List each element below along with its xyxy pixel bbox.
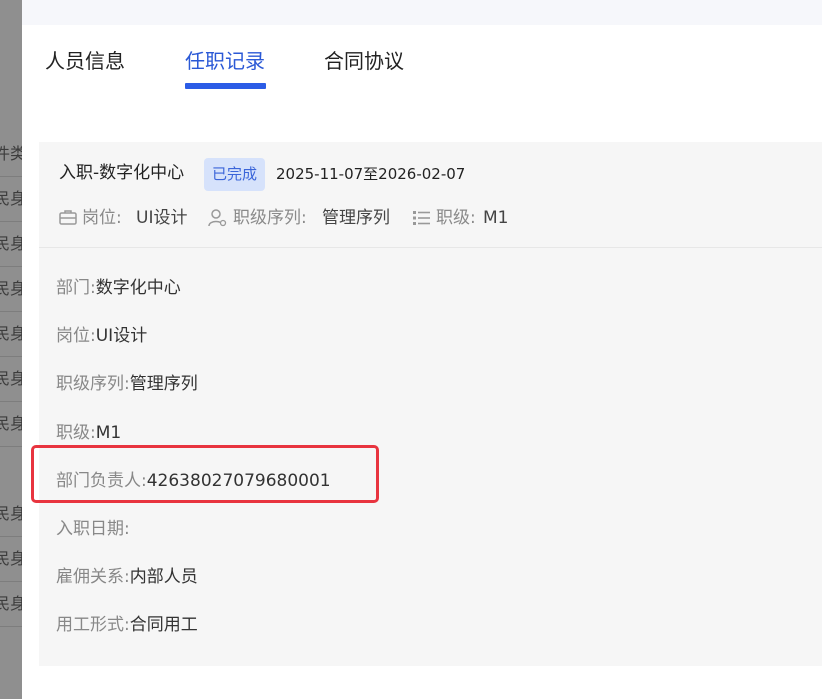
field-label: 用工形式: xyxy=(56,615,130,635)
field-value: 内部人员 xyxy=(129,567,198,587)
background-row: 民身 xyxy=(0,582,22,627)
field-employment-relation: 雇佣关系:内部人员 xyxy=(56,565,198,589)
background-row: 民身 xyxy=(0,312,22,357)
meta-position-value: UI设计 xyxy=(136,208,188,228)
list-icon xyxy=(413,211,430,225)
field-value: 合同用工 xyxy=(129,615,198,635)
field-employment-form: 用工形式:合同用工 xyxy=(56,613,198,637)
status-badge: 已完成 xyxy=(204,158,265,191)
field-label: 部门: xyxy=(56,278,96,298)
field-department: 部门:数字化中心 xyxy=(56,276,181,300)
meta-position-label: 岗位: xyxy=(82,208,122,228)
background-row: 民身 xyxy=(0,492,22,537)
background-row: 民身 xyxy=(0,267,22,312)
drawer-top-bar xyxy=(22,0,822,25)
field-label: 雇佣关系: xyxy=(56,567,130,587)
field-label: 职级序列: xyxy=(56,374,130,394)
field-value: M1 xyxy=(95,423,122,443)
tab-person-info[interactable]: 人员信息 xyxy=(45,47,125,75)
field-label: 岗位: xyxy=(56,326,96,346)
record-title: 入职-数字化中心 xyxy=(59,163,185,183)
record-date-range: 2025-11-07至2026-02-07 xyxy=(276,165,466,183)
background-row: 民身 xyxy=(0,402,22,447)
background-row: 民身 xyxy=(0,222,22,267)
meta-level-value: M1 xyxy=(483,208,509,228)
field-value: UI设计 xyxy=(95,326,148,346)
highlight-annotation-box xyxy=(31,445,379,503)
background-row: 件类 xyxy=(0,132,22,177)
employment-record-card: 入职-数字化中心 已完成 2025-11-07至2026-02-07 岗位: U… xyxy=(39,142,822,666)
background-page-strip: 件类 民身 民身 民身 民身 民身 民身 民身 民身 民身 xyxy=(0,0,22,699)
active-tab-indicator xyxy=(185,83,266,89)
background-row: 民身 xyxy=(0,177,22,222)
background-row: 民身 xyxy=(0,357,22,402)
tab-contract[interactable]: 合同协议 xyxy=(324,47,404,75)
tab-bar: 人员信息 任职记录 合同协议 xyxy=(22,25,822,105)
field-position: 岗位:UI设计 xyxy=(56,324,147,348)
field-value: 数字化中心 xyxy=(95,278,181,298)
background-row: 民身 xyxy=(0,537,22,582)
record-header: 入职-数字化中心 已完成 2025-11-07至2026-02-07 岗位: U… xyxy=(39,142,822,248)
meta-series-value: 管理序列 xyxy=(322,208,390,228)
meta-level-label: 职级: xyxy=(436,208,476,228)
field-label: 职级: xyxy=(56,423,96,443)
field-label: 入职日期: xyxy=(56,519,130,539)
field-hire-date: 入职日期: xyxy=(56,517,130,541)
meta-series-label: 职级序列: xyxy=(233,208,307,228)
field-level: 职级:M1 xyxy=(56,421,121,445)
field-level-series: 职级序列:管理序列 xyxy=(56,372,198,396)
tab-employment-record[interactable]: 任职记录 xyxy=(185,47,265,75)
briefcase-icon xyxy=(59,210,77,225)
user-setting-icon xyxy=(208,209,227,227)
field-value: 管理序列 xyxy=(129,374,198,394)
